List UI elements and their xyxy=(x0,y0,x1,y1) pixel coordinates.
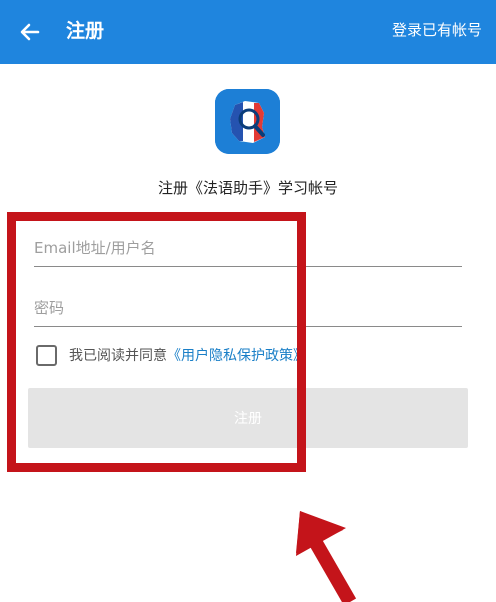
agree-checkbox[interactable] xyxy=(36,344,57,366)
login-existing-account-link[interactable]: 登录已有帐号 xyxy=(392,19,482,41)
back-button[interactable] xyxy=(10,12,50,52)
privacy-policy-link[interactable]: 《用户隐私保护政策》 xyxy=(167,345,307,365)
agree-text: 我已阅读并同意 xyxy=(69,348,167,364)
app-logo xyxy=(215,89,280,154)
page-title: 注册 xyxy=(66,20,105,42)
arrow-left-icon xyxy=(20,23,40,41)
register-page: 注册 登录已有帐号 注册《法语助手》学习帐号 我已阅读并同意 《用户隐私保护政策… xyxy=(0,0,496,602)
privacy-agreement-row: 我已阅读并同意 《用户隐私保护政策》 xyxy=(36,342,307,368)
app-register-title: 注册《法语助手》学习帐号 xyxy=(157,179,338,197)
password-input[interactable] xyxy=(34,293,462,327)
register-button[interactable]: 注册 xyxy=(28,388,468,448)
app-header: 注册 登录已有帐号 xyxy=(0,0,496,64)
email-username-input[interactable] xyxy=(34,233,462,267)
france-map-magnifier-icon xyxy=(215,89,280,154)
